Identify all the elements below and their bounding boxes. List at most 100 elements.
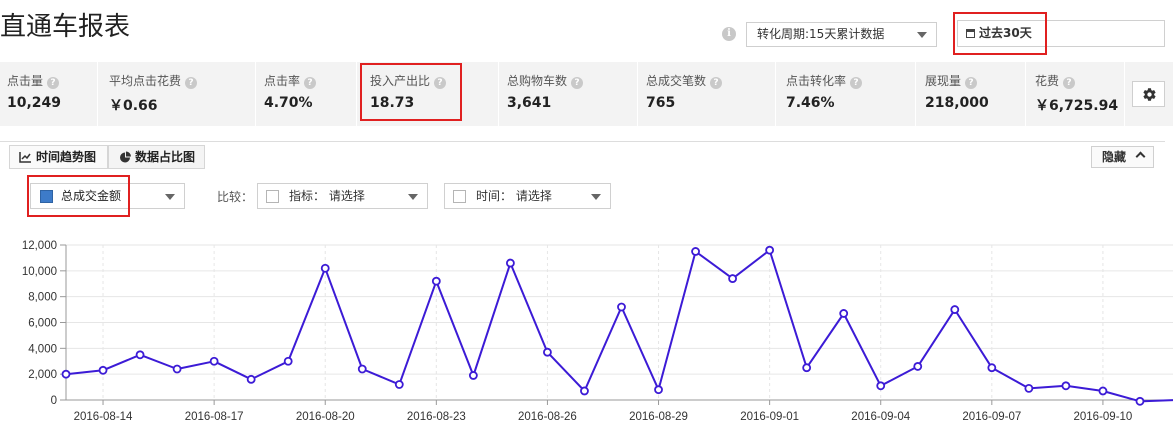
help-icon[interactable]: ? — [710, 77, 723, 89]
tab-time-trend-label: 时间趋势图 — [36, 150, 97, 164]
data-point — [765, 245, 775, 255]
metric-clicks[interactable]: 点击量? 10,249 — [0, 62, 98, 126]
metric-value: 218,000 — [925, 95, 989, 111]
x-tick-label: 2016-08-23 — [407, 411, 466, 423]
metric-impressions[interactable]: 展现量? 218,000 — [917, 62, 1026, 126]
data-point — [135, 350, 145, 360]
metric-cost[interactable]: 花费? ￥6,725.94 — [1027, 62, 1125, 126]
date-range-label: 过去30天 — [979, 26, 1032, 40]
metric-label: 花费? — [1035, 72, 1076, 89]
chevron-down-icon — [591, 194, 601, 200]
data-point — [61, 369, 71, 379]
data-point — [580, 386, 589, 396]
data-point — [617, 302, 626, 312]
y-tick-label: 6,000 — [28, 318, 57, 330]
metric-ctr[interactable]: 点击率? 4.70% — [257, 62, 357, 126]
metric-label: 总成交笔数? — [646, 72, 723, 89]
compare-time-select[interactable]: 时间： 请选择 — [444, 183, 611, 209]
metric-label: 展现量? — [925, 72, 978, 89]
help-icon[interactable]: ? — [185, 77, 198, 89]
pie-chart-icon — [120, 151, 131, 163]
compare-indicator-label: 指标： 请选择 — [289, 189, 365, 203]
x-tick-label: 2016-09-10 — [1074, 411, 1133, 423]
data-point — [913, 362, 923, 371]
metrics-bar: 点击量? 10,249 平均点击花费? ￥0.66 点击率? 4.70% 投入产… — [0, 62, 1173, 126]
metric-conversion-rate[interactable]: 点击转化率? 7.46% — [777, 62, 916, 126]
metric-value: 18.73 — [370, 95, 415, 111]
data-point — [728, 274, 737, 283]
calendar-icon — [966, 29, 975, 38]
compare-indicator-checkbox[interactable] — [266, 190, 279, 203]
data-point — [1135, 396, 1145, 406]
gear-icon — [1143, 88, 1156, 101]
help-icon[interactable]: ? — [434, 77, 447, 89]
metric-label: 点击转化率? — [786, 72, 863, 89]
help-icon[interactable]: ? — [47, 77, 60, 89]
settings-button[interactable] — [1132, 81, 1165, 107]
y-tick-label: 0 — [51, 395, 57, 407]
page-title: 直通车报表 — [0, 12, 131, 42]
tab-data-share[interactable]: 数据占比图 — [108, 145, 205, 169]
data-point — [468, 371, 478, 380]
y-tick-label: 4,000 — [28, 343, 57, 355]
help-icon[interactable]: ? — [1063, 77, 1076, 89]
metric-value: ￥0.66 — [109, 98, 158, 114]
help-icon[interactable]: ? — [304, 77, 317, 89]
metric-avg-cpc[interactable]: 平均点击花费? ￥0.66 — [99, 62, 256, 126]
help-icon[interactable]: ? — [965, 77, 978, 89]
conversion-period-select[interactable]: 转化周期:15天累计数据 — [746, 22, 937, 47]
data-point — [1024, 383, 1034, 393]
data-point — [246, 374, 256, 384]
data-point — [802, 363, 812, 373]
compare-time-checkbox[interactable] — [453, 190, 466, 203]
metric-label: 点击率? — [264, 72, 317, 89]
line-chart-icon — [19, 152, 31, 163]
help-icon[interactable]: ? — [571, 77, 584, 89]
metric-roi[interactable]: 投入产出比? 18.73 — [358, 62, 499, 126]
data-point — [654, 385, 663, 395]
series-color-swatch — [40, 190, 53, 203]
series-line — [65, 249, 1173, 403]
chevron-down-icon — [408, 194, 418, 200]
trend-line-chart: 0 2,000 4,000 6,000 8,000 10,000 12,000 2016-08… — [22, 240, 1173, 423]
compare-indicator-select[interactable]: 指标： 请选择 — [257, 183, 428, 209]
data-point — [1061, 381, 1071, 391]
data-point — [543, 347, 552, 357]
date-range-button[interactable]: 过去30天 — [957, 20, 1165, 47]
data-point — [209, 356, 219, 366]
info-icon[interactable]: i — [722, 27, 736, 41]
metric-value: 7.46% — [786, 95, 835, 111]
compare-time-label: 时间： 请选择 — [476, 189, 552, 203]
y-tick-label: 2,000 — [28, 369, 57, 381]
data-point — [172, 364, 182, 374]
metric-orders-total[interactable]: 总成交笔数? 765 — [639, 62, 776, 126]
tab-data-share-label: 数据占比图 — [135, 150, 196, 164]
metric-label: 投入产出比? — [370, 72, 447, 89]
y-tick-label: 8,000 — [28, 292, 57, 304]
metric-value: 3,641 — [507, 95, 552, 111]
help-icon[interactable]: ? — [850, 77, 863, 89]
date-range-value: 过去30天 — [958, 21, 1048, 46]
x-tick-label: 2016-08-17 — [185, 411, 244, 423]
data-point — [839, 309, 849, 318]
chart-metric-label: 总成交金额 — [61, 189, 122, 203]
chart-metric-select[interactable]: 总成交金额 — [30, 183, 185, 209]
compare-label: 比较： — [217, 190, 254, 204]
data-point — [98, 365, 108, 375]
metric-value: 10,249 — [7, 95, 62, 111]
metric-label: 点击量? — [7, 72, 60, 89]
chevron-down-icon — [165, 194, 175, 200]
x-tick-label: 2016-08-20 — [296, 411, 355, 423]
data-point — [431, 276, 441, 286]
metric-value: 4.70% — [264, 95, 313, 111]
metric-label: 平均点击花费? — [109, 72, 198, 89]
hide-button[interactable]: 隐藏 — [1091, 146, 1154, 168]
data-point — [876, 381, 886, 391]
x-tick-label: 2016-09-04 — [851, 411, 910, 423]
data-point — [987, 363, 997, 373]
y-tick-label: 12,000 — [22, 240, 57, 252]
tab-time-trend[interactable]: 时间趋势图 — [9, 145, 108, 169]
metric-label: 总购物车数? — [507, 72, 584, 89]
chevron-up-icon — [1135, 151, 1146, 162]
metric-cart-total[interactable]: 总购物车数? 3,641 — [500, 62, 638, 126]
